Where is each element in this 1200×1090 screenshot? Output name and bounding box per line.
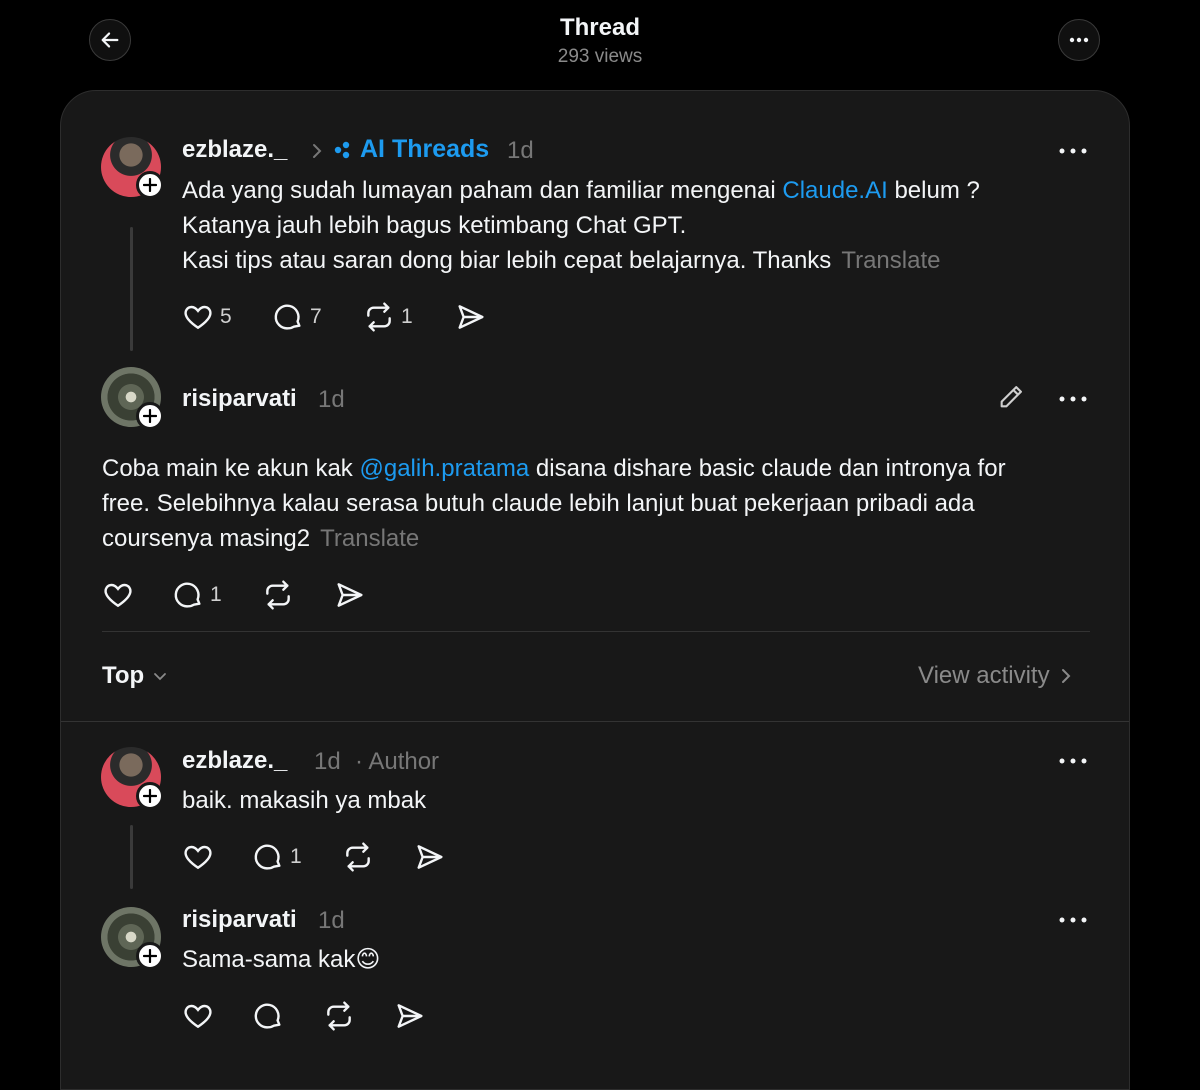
comment-bubble-icon (254, 844, 281, 870)
top-bar: Thread 293 views (0, 0, 1200, 90)
translate-link[interactable]: Translate (320, 525, 419, 552)
author-badge: · Author (355, 748, 440, 775)
thread-card: ezblaze._ AI Threads 1d Ada yang sudah l… (60, 90, 1130, 1090)
plus-icon (143, 178, 157, 192)
send-icon (458, 305, 484, 329)
comment-bubble-icon (174, 582, 201, 608)
repost-button[interactable] (262, 579, 294, 611)
view-activity-link[interactable]: View activity (918, 662, 1072, 690)
thread-line (130, 227, 133, 351)
reply-count: 1 (290, 845, 302, 868)
view-activity-label: View activity (918, 662, 1050, 689)
more-horizontal-icon[interactable] (1058, 395, 1088, 403)
thread-options-button[interactable] (1058, 19, 1100, 61)
comment-text: Sama-sama kak😊 (182, 946, 381, 973)
share-button[interactable] (334, 579, 366, 611)
like-button[interactable] (182, 1000, 214, 1032)
follow-button[interactable] (136, 782, 164, 810)
share-button[interactable] (455, 301, 487, 333)
repost-icon (346, 842, 370, 872)
sort-dropdown[interactable]: Top (102, 662, 168, 690)
follow-button[interactable] (136, 942, 164, 970)
topic-icon (334, 141, 350, 159)
username[interactable]: risiparvati (182, 906, 297, 934)
chevron-right-icon (313, 144, 322, 158)
comment-bubble-icon (254, 1003, 281, 1029)
more-horizontal-icon[interactable] (1058, 757, 1088, 765)
username[interactable]: risiparvati (182, 385, 297, 413)
send-icon (337, 583, 363, 607)
username[interactable]: ezblaze._ (182, 136, 287, 164)
repost-button[interactable]: 1 (363, 301, 413, 333)
reply-button[interactable] (252, 1000, 284, 1032)
thread-line (130, 825, 133, 889)
chevron-right-icon (1061, 669, 1071, 683)
comment-time: 1d (318, 907, 345, 934)
sort-label: Top (102, 662, 145, 689)
pencil-icon[interactable] (997, 383, 1025, 411)
divider (102, 631, 1090, 632)
repost-icon (367, 302, 391, 332)
more-horizontal-icon (1069, 37, 1089, 43)
section-divider (61, 721, 1129, 722)
plus-icon (143, 949, 157, 963)
reply-text: Coba main ke akun kak @galih.pratama dis… (102, 455, 1006, 552)
reply-button[interactable]: 7 (272, 301, 322, 333)
mention-link[interactable]: @galih.pratama (359, 455, 529, 482)
reply-button[interactable]: 1 (252, 841, 302, 873)
follow-button[interactable] (136, 402, 164, 430)
header-title-group: Thread 293 views (0, 14, 1200, 68)
heart-icon (184, 1004, 212, 1029)
username[interactable]: ezblaze._ (182, 747, 287, 775)
repost-button[interactable] (342, 841, 374, 873)
comment-bubble-icon (274, 304, 301, 330)
repost-icon (327, 1001, 351, 1031)
post-time: 1d (507, 137, 534, 164)
post-text: Ada yang sudah lumayan paham dan familia… (182, 177, 980, 274)
repost-button[interactable] (323, 1000, 355, 1032)
comment-time: 1d (314, 748, 341, 775)
share-button[interactable] (394, 1000, 426, 1032)
like-button[interactable] (182, 841, 214, 873)
heart-icon (104, 583, 132, 608)
repost-count: 1 (401, 305, 413, 328)
reply-count: 7 (310, 305, 322, 328)
repost-icon (266, 580, 290, 610)
more-horizontal-icon[interactable] (1058, 916, 1088, 924)
reply-button[interactable]: 1 (172, 579, 222, 611)
follow-button[interactable] (136, 171, 164, 199)
chevron-down-icon (154, 673, 167, 681)
reply-count: 1 (210, 583, 222, 606)
send-icon (417, 845, 443, 869)
translate-link[interactable]: Translate (841, 247, 940, 274)
like-button[interactable]: 5 (182, 301, 232, 333)
post-link[interactable]: Claude.AI (782, 177, 887, 204)
comment-text: baik. makasih ya mbak (182, 787, 427, 814)
plus-icon (143, 409, 157, 423)
like-button[interactable] (102, 579, 134, 611)
share-button[interactable] (414, 841, 446, 873)
send-icon (397, 1004, 423, 1028)
heart-icon (184, 845, 212, 870)
like-count: 5 (220, 305, 232, 328)
reply-time: 1d (318, 386, 345, 413)
plus-icon (143, 789, 157, 803)
view-count: 293 views (557, 46, 643, 67)
topic-link[interactable]: AI Threads (360, 135, 489, 164)
page-title: Thread (559, 14, 640, 41)
more-horizontal-icon[interactable] (1058, 147, 1088, 155)
heart-icon (184, 305, 212, 330)
